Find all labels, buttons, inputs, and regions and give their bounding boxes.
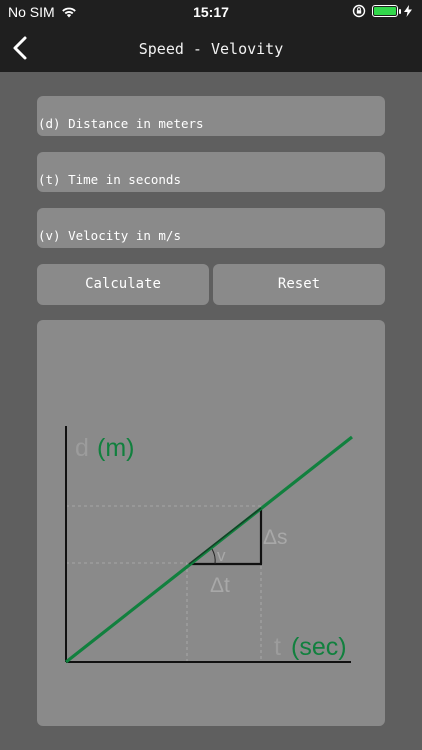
delta-t-label: Δt — [210, 574, 230, 597]
time-field-container — [37, 152, 385, 192]
x-axis-unit-label: (sec) — [291, 633, 347, 661]
status-bar: No SIM 15:17 — [0, 0, 422, 24]
reset-button[interactable]: Reset — [213, 264, 385, 305]
velocity-field-container — [37, 208, 385, 248]
navigation-bar: Speed - Velovity — [0, 24, 422, 72]
velocity-diagram: d (m) t (sec) Δs Δt v — [37, 320, 385, 726]
x-axis-variable-label: t — [274, 633, 281, 661]
angle-label: v — [217, 546, 226, 565]
velocity-line — [65, 435, 353, 664]
orientation-lock-icon — [352, 4, 366, 18]
charging-bolt-icon — [404, 5, 412, 17]
distance-time-graph: d (m) t (sec) Δs Δt v — [65, 426, 353, 664]
page-title: Speed - Velovity — [138, 40, 284, 58]
time-input[interactable] — [37, 152, 385, 192]
distance-input[interactable] — [37, 96, 385, 136]
distance-field-container — [37, 96, 385, 136]
angle-arc — [211, 548, 216, 565]
delta-s-label: Δs — [263, 526, 288, 549]
battery-icon — [372, 5, 401, 17]
y-axis-unit-label: (m) — [97, 434, 134, 462]
velocity-input[interactable] — [37, 208, 385, 248]
calculate-button[interactable]: Calculate — [37, 264, 209, 305]
status-right — [352, 4, 412, 18]
y-axis-variable-label: d — [75, 434, 89, 462]
